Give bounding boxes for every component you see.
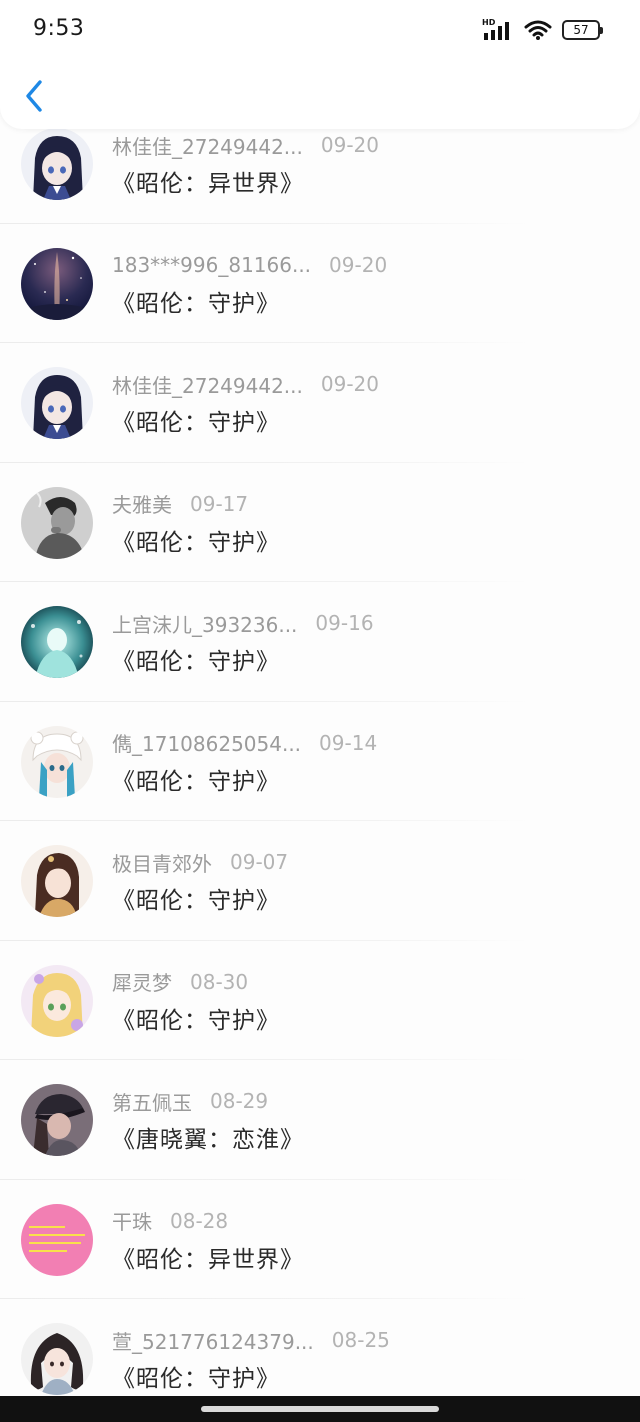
teal-fantasy-avatar-icon	[21, 606, 93, 678]
avatar[interactable]	[21, 367, 93, 439]
book-title[interactable]: 《昭伦：守护》	[112, 762, 280, 796]
night-sky-avatar-icon	[21, 247, 93, 320]
wifi-icon	[524, 20, 552, 40]
battery-icon: 57	[562, 20, 603, 40]
item-date: 08-30	[190, 969, 249, 994]
list-item[interactable]: 干珠 08-28 《昭伦：异世界》	[0, 1180, 640, 1299]
user-name[interactable]: 萱_521776124379...	[112, 1326, 314, 1355]
list-item[interactable]: 犀灵梦 08-30 《昭伦：守护》	[0, 941, 640, 1060]
user-name[interactable]: 儁_17108625054...	[112, 728, 301, 757]
list-item[interactable]: 儁_17108625054... 09-14 《昭伦：守护》	[0, 702, 640, 821]
avatar[interactable]	[21, 486, 93, 559]
user-name[interactable]: 夫雅美	[112, 489, 172, 518]
item-date: 08-25	[331, 1328, 390, 1352]
item-date: 09-20	[329, 252, 388, 277]
list-item[interactable]: 第五佩玉 08-29 《唐晓翼：恋淮》	[0, 1060, 640, 1180]
user-name[interactable]: 极目青郊外	[112, 848, 212, 877]
item-meta: 犀灵梦 08-30	[112, 967, 248, 997]
avatar[interactable]	[21, 1323, 93, 1395]
item-meta: 萱_521776124379... 08-25	[112, 1325, 390, 1355]
reader-list: 林佳佳_27249442... 09-20 《昭伦：异世界》 183***996…	[0, 104, 640, 1419]
list-item[interactable]: 夫雅美 09-17 《昭伦：守护》	[0, 463, 640, 582]
user-name[interactable]: 183***996_81166...	[112, 253, 311, 277]
item-date: 09-14	[319, 730, 378, 755]
avatar[interactable]	[21, 1203, 93, 1276]
user-name[interactable]: 林佳佳_27249442...	[112, 370, 303, 399]
avatar[interactable]	[21, 725, 93, 798]
avatar[interactable]	[21, 606, 93, 678]
man-smoking-avatar-icon	[21, 486, 93, 559]
avatar[interactable]	[21, 247, 93, 320]
avatar[interactable]	[21, 128, 93, 200]
avatar[interactable]	[21, 964, 93, 1037]
list-item[interactable]: 183***996_81166... 09-20 《昭伦：守护》	[0, 224, 640, 343]
status-bar: 9:53 HD 57	[0, 0, 640, 62]
avatar[interactable]	[21, 845, 93, 917]
status-time: 9:53	[33, 16, 85, 41]
item-date: 09-20	[320, 372, 379, 396]
item-date: 09-17	[190, 491, 249, 516]
item-meta: 林佳佳_27249442... 09-20	[112, 130, 379, 160]
brown-hair-girl-avatar-icon	[21, 845, 93, 917]
home-indicator[interactable]	[201, 1406, 439, 1412]
header: 9:53 HD 57	[0, 0, 640, 129]
book-title[interactable]: 《昭伦：异世界》	[112, 164, 304, 198]
book-title[interactable]: 《昭伦：守护》	[112, 1001, 280, 1035]
item-meta: 干珠 08-28	[112, 1206, 228, 1236]
item-date: 09-16	[315, 611, 374, 635]
blonde-anime-girl-avatar-icon	[21, 964, 93, 1037]
book-title[interactable]: 《昭伦：守护》	[112, 881, 280, 915]
book-title[interactable]: 《昭伦：守护》	[112, 403, 280, 437]
book-title[interactable]: 《昭伦：守护》	[112, 1359, 280, 1393]
item-date: 09-20	[320, 133, 379, 157]
list-item[interactable]: 林佳佳_27249442... 09-20 《昭伦：守护》	[0, 343, 640, 463]
book-title[interactable]: 《昭伦：守护》	[112, 642, 280, 676]
item-meta: 林佳佳_27249442... 09-20	[112, 369, 379, 399]
item-meta: 儁_17108625054... 09-14	[112, 728, 377, 758]
user-name[interactable]: 林佳佳_27249442...	[112, 131, 303, 160]
anime-girl-dark-hair-avatar-icon	[21, 367, 93, 439]
chevron-left-icon	[26, 80, 42, 112]
item-date: 09-07	[230, 850, 289, 874]
screen: 林佳佳_27249442... 09-20 《昭伦：异世界》 183***996…	[0, 0, 640, 1422]
user-name[interactable]: 第五佩玉	[112, 1087, 192, 1116]
pink-text-avatar-icon	[21, 1203, 93, 1276]
list-item[interactable]: 极目青郊外 09-07 《昭伦：守护》	[0, 821, 640, 941]
item-meta: 第五佩玉 08-29	[112, 1086, 268, 1116]
book-title[interactable]: 《昭伦：守护》	[112, 284, 280, 318]
item-meta: 上宫沫儿_393236... 09-16	[112, 608, 374, 638]
signal-icon: HD	[482, 18, 514, 42]
book-title[interactable]: 《昭伦：守护》	[112, 523, 280, 557]
book-title[interactable]: 《昭伦：异世界》	[112, 1240, 304, 1274]
user-name[interactable]: 干珠	[112, 1206, 152, 1235]
girl-cap-avatar-icon	[21, 1084, 93, 1156]
item-meta: 极目青郊外 09-07	[112, 847, 288, 877]
user-name[interactable]: 上宫沫儿_393236...	[112, 609, 297, 638]
anime-girl-dark-hair-avatar-icon	[21, 128, 93, 200]
book-title[interactable]: 《唐晓翼：恋淮》	[112, 1120, 304, 1154]
avatar[interactable]	[21, 1084, 93, 1156]
battery-level: 57	[573, 23, 589, 37]
system-nav-bar	[0, 1396, 640, 1422]
item-date: 08-28	[170, 1208, 229, 1233]
item-meta: 夫雅美 09-17	[112, 489, 248, 519]
curly-hair-girl-avatar-icon	[21, 1323, 93, 1395]
item-date: 08-29	[210, 1089, 269, 1113]
list-item[interactable]: 上宫沫儿_393236... 09-16 《昭伦：守护》	[0, 582, 640, 702]
girl-bear-hat-avatar-icon	[21, 725, 93, 798]
user-name[interactable]: 犀灵梦	[112, 967, 172, 996]
back-button[interactable]	[18, 74, 52, 118]
item-meta: 183***996_81166... 09-20	[112, 250, 387, 280]
status-icons: HD 57	[482, 18, 603, 42]
